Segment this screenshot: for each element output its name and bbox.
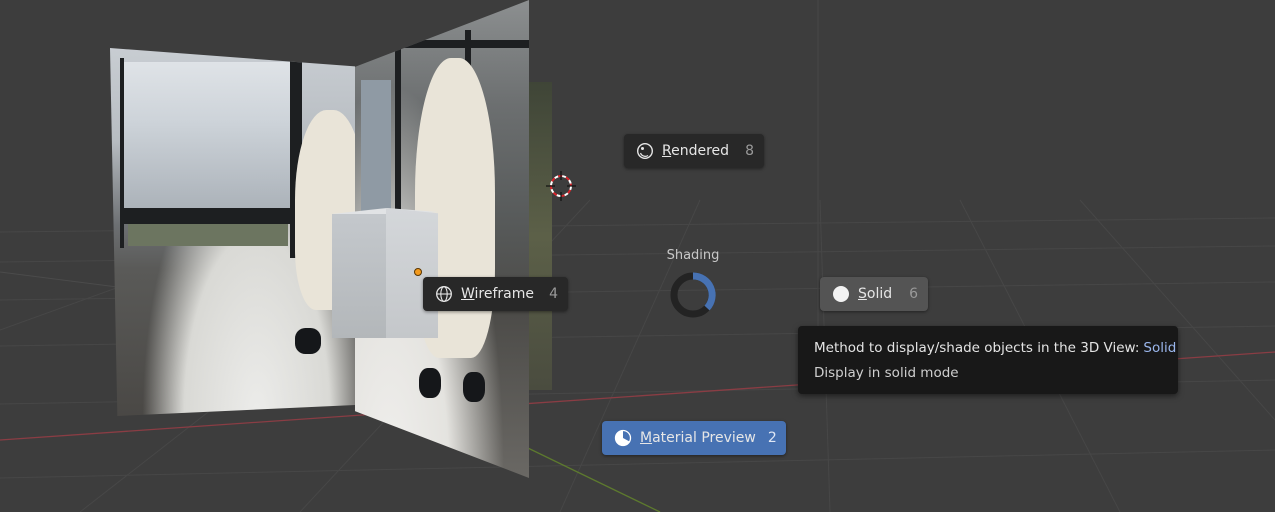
material-sphere-icon xyxy=(614,429,632,447)
pie-item-material-preview[interactable]: Material Preview 2 xyxy=(602,421,786,455)
pie-item-wireframe[interactable]: Wireframe 4 xyxy=(423,277,568,311)
cube-side-face xyxy=(386,208,438,338)
solid-sphere-icon xyxy=(832,285,850,303)
3d-viewport[interactable]: Shading Rendered 8 Wireframe 4 Solid 6 M… xyxy=(0,0,1275,512)
tooltip-value: Solid xyxy=(1143,340,1177,356)
wireframe-sphere-icon xyxy=(435,285,453,303)
tooltip-detail: Display in solid mode xyxy=(814,365,959,381)
pie-item-rendered[interactable]: Rendered 8 xyxy=(624,134,764,168)
hotkey-label: 4 xyxy=(549,286,558,302)
pie-item-solid[interactable]: Solid 6 xyxy=(820,277,928,311)
rendered-sphere-icon xyxy=(636,142,654,160)
window-sky xyxy=(124,62,292,212)
tooltip-description-row: Method to display/shade objects in the 3… xyxy=(814,340,1176,356)
pie-item-label: Material Preview xyxy=(640,430,756,446)
pie-item-label: Wireframe xyxy=(461,286,535,302)
pie-item-label: Solid xyxy=(858,286,893,302)
hotkey-label: 8 xyxy=(745,143,754,159)
pie-direction-ring-icon xyxy=(670,272,716,318)
hotkey-label: 2 xyxy=(767,430,777,446)
tooltip-description: Method to display/shade objects in the 3… xyxy=(814,340,1140,356)
reference-plane-back[interactable] xyxy=(529,82,552,390)
pie-menu-title: Shading xyxy=(666,248,720,263)
3d-cursor-icon[interactable] xyxy=(546,171,576,201)
hotkey-label: 6 xyxy=(909,286,918,302)
object-origin-dot xyxy=(414,268,422,276)
tooltip: Method to display/shade objects in the 3… xyxy=(798,326,1178,394)
cube-object[interactable] xyxy=(332,214,386,338)
reference-plane-left[interactable] xyxy=(110,48,355,416)
pie-item-label: Rendered xyxy=(662,143,730,159)
